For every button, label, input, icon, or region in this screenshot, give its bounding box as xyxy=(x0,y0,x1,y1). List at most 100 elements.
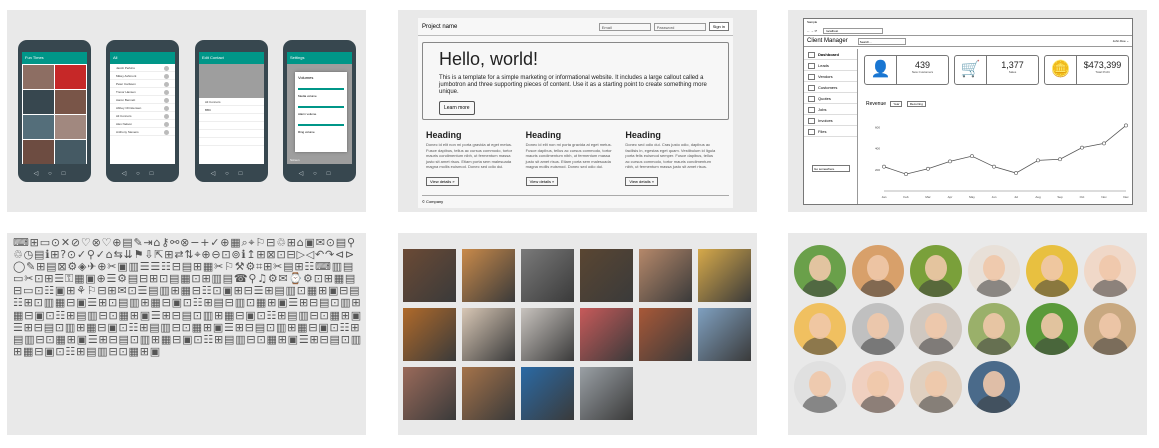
avatar[interactable] xyxy=(1026,245,1078,297)
form-field[interactable] xyxy=(199,138,264,146)
gallery-photo[interactable] xyxy=(23,90,54,114)
password-field[interactable]: Password xyxy=(653,22,706,31)
recurring-dropdown[interactable]: Recurring xyxy=(906,101,926,107)
x-tick-label: Nov xyxy=(1101,195,1107,199)
user-icon: 👤 xyxy=(865,56,897,84)
browser-nav-icons[interactable]: ← → ⟳ xyxy=(807,29,817,33)
avatar[interactable] xyxy=(968,303,1020,355)
go-somewhere-button[interactable]: Go somewhere xyxy=(812,165,850,172)
gallery-photo[interactable] xyxy=(55,115,86,139)
contact-row[interactable]: Mikey Ashmont xyxy=(110,72,175,80)
stat-card: 👤 439 New Customers xyxy=(864,55,949,85)
volume-slider[interactable] xyxy=(298,124,344,126)
photo-thumb[interactable] xyxy=(580,249,633,302)
photo-thumb[interactable] xyxy=(462,249,515,302)
signin-button[interactable]: Sign in xyxy=(708,22,729,31)
web-template-tile[interactable]: Project name Email Password Sign in Hell… xyxy=(398,10,757,212)
sidebar-item-leads[interactable]: Leads xyxy=(804,60,857,71)
photos-tile[interactable] xyxy=(398,233,757,435)
mobile-template-tile[interactable]: Fun Times ◁○□ All Jacob Perkins Mikey Ash… xyxy=(7,10,366,212)
series-line xyxy=(883,125,1127,175)
sidebar-item-customers[interactable]: Customers xyxy=(804,82,857,93)
sidebar-item-files[interactable]: Files xyxy=(804,126,857,137)
data-point xyxy=(992,164,996,169)
contact-row[interactable]: Aaron Bennett xyxy=(110,96,175,104)
photo-thumb[interactable] xyxy=(403,367,456,420)
avatar[interactable] xyxy=(1084,303,1136,355)
email-field[interactable]: Email xyxy=(598,22,651,31)
dashboard-template-tile[interactable]: Sample ← → ⟳ localhost Client Manager Se… xyxy=(788,10,1147,212)
photo-thumb[interactable] xyxy=(521,249,574,302)
photo-thumb[interactable] xyxy=(403,249,456,302)
contact-avatar xyxy=(164,66,169,71)
form-field[interactable]: BBC xyxy=(199,106,264,114)
photo-thumb[interactable] xyxy=(580,308,633,361)
contact-avatar xyxy=(164,130,169,135)
contact-row[interactable]: Trevor Hansen xyxy=(110,88,175,96)
photo-thumb[interactable] xyxy=(462,308,515,361)
gallery-photo[interactable] xyxy=(55,90,86,114)
photo-thumb[interactable] xyxy=(521,308,574,361)
gallery-photo[interactable] xyxy=(55,140,86,164)
year-dropdown[interactable]: Year xyxy=(890,101,903,107)
gallery-photo[interactable] xyxy=(23,115,54,139)
avatar[interactable] xyxy=(910,245,962,297)
avatar[interactable] xyxy=(1026,303,1078,355)
avatar[interactable] xyxy=(794,303,846,355)
avatar[interactable] xyxy=(968,361,1020,413)
contact-row[interactable]: Jacob Perkins xyxy=(110,64,175,72)
volume-slider[interactable] xyxy=(298,88,344,90)
contact-row[interactable]: Abbey Christensen xyxy=(110,104,175,112)
revenue-line-chart: 200 400 600 Jan Feb Mar Apr May Jun Jul Aug Sep Oct N… xyxy=(875,123,1129,199)
gallery-photo[interactable] xyxy=(55,65,86,89)
form-field[interactable]: Ali Connors xyxy=(199,98,264,106)
photo-thumb[interactable] xyxy=(698,308,751,361)
photo-thumb[interactable] xyxy=(521,367,574,420)
avatar[interactable] xyxy=(968,245,1020,297)
sidebar-item-vendors[interactable]: Vendors xyxy=(804,71,857,82)
avatar[interactable] xyxy=(852,245,904,297)
avatar[interactable] xyxy=(910,361,962,413)
avatar[interactable] xyxy=(794,361,846,413)
photo-thumb[interactable] xyxy=(639,249,692,302)
sidebar-item-jobs[interactable]: Jobs xyxy=(804,104,857,115)
form-field[interactable] xyxy=(199,122,264,130)
contact-row[interactable]: Alex Nelson xyxy=(110,120,175,128)
app-header: Client Manager Search... John Doe ⌄ xyxy=(804,35,1132,47)
learn-more-button[interactable]: Learn more xyxy=(439,101,475,115)
gallery-photo[interactable] xyxy=(23,140,54,164)
volume-slider[interactable] xyxy=(298,106,344,108)
stat-value: 1,377 xyxy=(1001,60,1024,70)
avatar[interactable] xyxy=(794,245,846,297)
view-details-button[interactable]: View details » xyxy=(525,176,559,186)
photo-thumb[interactable] xyxy=(403,308,456,361)
photo-thumb[interactable] xyxy=(639,308,692,361)
icons-tile[interactable]: ⌨⊞▭⊙✕⊘♡⊗♡⊕▤✎⇥⌂⚷⚯⊗−+✓⊕▦⌕⌖⚐⊟♲⊞⌂▣✉⊙▤⚲♲◷▤ℹ⊞?… xyxy=(7,233,366,435)
contact-row[interactable]: Peter Carlsson xyxy=(110,80,175,88)
contact-row[interactable]: Ali Connors xyxy=(110,112,175,120)
x-tick-label: May xyxy=(969,195,975,199)
photo-thumb[interactable] xyxy=(698,249,751,302)
navbar-brand[interactable]: Project name xyxy=(422,24,596,30)
photo-grid xyxy=(403,249,751,420)
url-field[interactable]: localhost xyxy=(823,28,884,34)
view-details-button[interactable]: View details » xyxy=(625,176,658,186)
sidebar-item-quotes[interactable]: Quotes xyxy=(804,93,857,104)
sidebar-item-invoices[interactable]: Invoices xyxy=(804,115,857,126)
avatar[interactable] xyxy=(910,303,962,355)
avatar[interactable] xyxy=(1084,245,1136,297)
contact-row[interactable]: Anthony Stevens xyxy=(110,128,175,136)
avatar[interactable] xyxy=(852,361,904,413)
avatars-tile[interactable] xyxy=(788,233,1147,435)
slider-label: Media volume xyxy=(298,94,317,98)
view-details-button[interactable]: View details » xyxy=(426,176,459,186)
gallery-photo[interactable] xyxy=(23,65,54,89)
photo-thumb[interactable] xyxy=(580,367,633,420)
avatar[interactable] xyxy=(852,303,904,355)
sidebar-item-dashboard[interactable]: Dashboard xyxy=(804,49,857,60)
user-menu[interactable]: John Doe ⌄ xyxy=(1113,39,1129,43)
photo-thumb[interactable] xyxy=(462,367,515,420)
form-field[interactable] xyxy=(199,114,264,122)
form-field[interactable] xyxy=(199,130,264,138)
search-input[interactable]: Search... xyxy=(857,37,906,45)
